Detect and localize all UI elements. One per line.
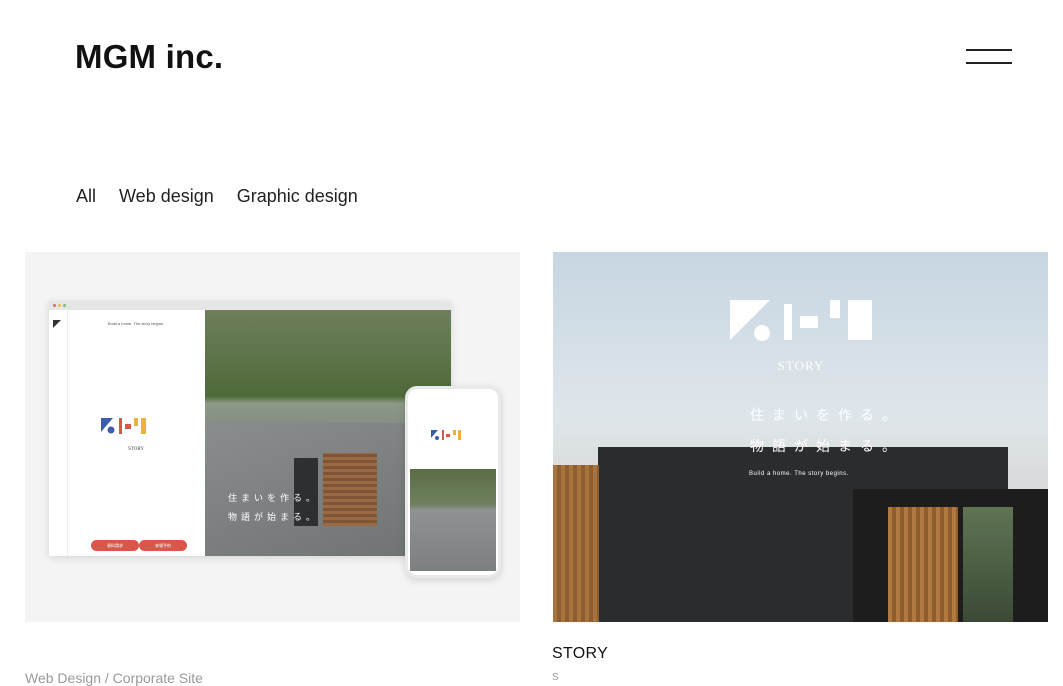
filter-all[interactable]: All	[76, 186, 96, 207]
work-title[interactable]: STORY	[552, 645, 608, 663]
mock-jp-line1: 住まいを作る。	[228, 493, 320, 503]
mock-jp-line2: 物語が始まる。	[228, 512, 320, 522]
work-category: Web Design / Corporate Site	[25, 670, 203, 686]
mock-brand: STORY	[127, 447, 145, 452]
phone-mockup	[405, 386, 501, 578]
story-logo-icon	[101, 418, 146, 434]
hero-brand-text: STORY	[777, 358, 825, 373]
filter-graphic-design[interactable]: Graphic design	[237, 186, 358, 207]
story-logo-icon	[730, 300, 872, 341]
hero-entrance	[853, 489, 1048, 622]
work-card-thumbnail-web[interactable]: Build a home. The story begins. STORY 資料…	[25, 252, 520, 622]
site-logo[interactable]: MGM inc.	[75, 38, 223, 76]
mock-reserve-button: 来場予約	[139, 540, 187, 551]
phone-story-logo-icon	[431, 430, 461, 440]
hero-jp-line1: 住まいを作る。	[750, 407, 904, 423]
hamburger-menu-icon[interactable]	[966, 48, 1014, 66]
category-filter: All Web design Graphic design	[76, 186, 381, 207]
mock-tagline: Build a home. The story begins.	[107, 321, 165, 326]
desktop-mockup: Build a home. The story begins. STORY 資料…	[49, 301, 451, 556]
filter-web-design[interactable]: Web design	[119, 186, 214, 207]
hero-tagline: Build a home. The story begins.	[749, 471, 849, 477]
hero-jp-line2: 物語が始まる。	[750, 438, 904, 454]
work-card-thumbnail-story[interactable]: STORY 住まいを作る。 物語が始まる。 Build a home. The …	[553, 252, 1048, 622]
hero-wood-wall	[553, 465, 599, 622]
brand-mark-icon	[53, 320, 61, 328]
mock-request-button: 資料請求	[91, 540, 139, 551]
